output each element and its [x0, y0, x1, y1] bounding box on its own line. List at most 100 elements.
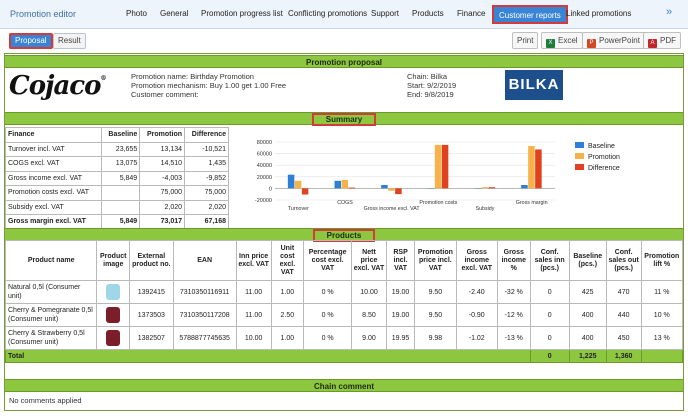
finance-value-cell: 14,510	[139, 156, 186, 172]
product-image-cell	[96, 326, 131, 350]
product-cell: 9.50	[414, 280, 457, 304]
finance-label-cell: Gross income excl. VAT	[4, 170, 103, 186]
finance-header-cell: Baseline	[101, 127, 141, 143]
chart-bar	[287, 174, 295, 189]
product-cell: 0 %	[303, 280, 353, 304]
product-name: Natural 0,5l (Consumer unit)	[4, 280, 98, 304]
tab-general[interactable]: General	[160, 9, 188, 18]
collapse-chevron-icon[interactable]: »	[666, 6, 672, 18]
product-cell: 1382507	[129, 326, 174, 350]
product-column-header: External product no.	[129, 240, 174, 281]
finance-value-cell: 5,849	[101, 214, 141, 230]
chart-bar	[388, 188, 395, 191]
tab-products[interactable]: Products	[412, 9, 444, 18]
x-tick-label: Subsidy	[476, 206, 495, 212]
product-cell: 10.00	[351, 280, 387, 304]
tab-support[interactable]: Support	[371, 9, 399, 18]
product-image-cell	[96, 280, 131, 304]
product-column-header: Conf. sales out (pcs.)	[605, 240, 642, 281]
product-row: Natural 0,5l (Consumer unit) 1392415 73103…	[4, 280, 684, 304]
result-button[interactable]: Result	[53, 33, 86, 49]
tab-conflicting-promotions[interactable]: Conflicting promotions	[288, 9, 367, 18]
product-cell: 19.00	[385, 303, 416, 327]
tab-promotion-progress-list[interactable]: Promotion progress list	[201, 9, 283, 18]
proposal-button[interactable]: Proposal	[9, 33, 53, 49]
chain-name: Chain: Bilka	[407, 72, 448, 81]
excel-label: Excel	[558, 36, 578, 45]
chart-bar	[434, 144, 442, 189]
product-column-header: Product name	[4, 240, 98, 281]
chain-comment-bar: Chain comment	[5, 379, 683, 392]
finance-value-cell: -10,521	[184, 141, 229, 157]
pdf-button[interactable]: A PDF	[643, 32, 681, 49]
product-cell: 470	[605, 280, 642, 304]
total-lift	[640, 349, 684, 363]
finance-header-row: Finance Baseline Promotion Difference	[4, 127, 229, 143]
chart-bar	[348, 187, 355, 189]
tab-photo[interactable]: Photo	[126, 9, 147, 18]
product-name: Cherry & Pomegranate 0,5l (Consumer unit…	[4, 303, 98, 327]
product-cell: 2.50	[270, 303, 305, 327]
chart-bar	[521, 185, 528, 189]
product-cell: 11.00	[235, 303, 272, 327]
product-cell: 11.00	[235, 280, 272, 304]
tab-finance[interactable]: Finance	[457, 9, 485, 18]
customer-comment: Customer comment:	[131, 90, 199, 99]
product-cell: 11 %	[640, 280, 684, 304]
pdf-icon: A	[648, 39, 657, 48]
y-tick-label: 0	[269, 186, 272, 192]
pdf-label: PDF	[660, 36, 676, 45]
y-tick-label: 20000	[257, 175, 272, 181]
y-tick-label: -20000	[255, 198, 272, 204]
product-cell: 0 %	[303, 303, 353, 327]
finance-value-cell: 75,000	[139, 185, 186, 201]
excel-button[interactable]: X Excel	[541, 32, 583, 49]
finance-value-cell: 2,020	[139, 199, 186, 215]
chain-logo: BILKA	[505, 70, 563, 100]
chart-bar	[334, 180, 341, 189]
start-date: Start: 9/2/2019	[407, 81, 457, 90]
chart-bar	[341, 179, 348, 189]
product-cell: 400	[568, 326, 607, 350]
report-container: Promotion proposal Cojaco® Promotion nam…	[4, 53, 684, 411]
product-column-header: Nett price excl. VAT	[351, 240, 387, 281]
finance-value-cell: 1,435	[184, 156, 229, 172]
promotion-name: Promotion name: Birthday Promotion	[131, 72, 254, 81]
product-cell: 1392415	[129, 280, 174, 304]
finance-header-cell: Promotion	[139, 127, 186, 143]
excel-icon: X	[546, 39, 555, 48]
product-column-header: Promotion price incl. VAT	[414, 240, 457, 281]
product-cell: 9.98	[414, 326, 457, 350]
tab-linked-promotions[interactable]: Linked promotions	[566, 9, 631, 18]
chart-bar	[381, 185, 388, 189]
finance-value-cell	[101, 199, 141, 215]
top-bar: Promotion editor Photo General Promotion…	[0, 0, 688, 29]
product-cell: 0	[529, 326, 570, 350]
product-image	[106, 307, 121, 323]
summary-bar-chart: 80000 60000 40000 20000 0 -20000 Turnover COGS G…	[255, 140, 555, 212]
chart-bar	[441, 144, 449, 189]
chart-bar	[488, 187, 495, 189]
product-cell: 9.00	[351, 326, 387, 350]
product-image	[106, 284, 121, 300]
chart-bar	[294, 180, 302, 189]
product-cell: 1.00	[270, 326, 305, 350]
product-cell: 13 %	[640, 326, 684, 350]
x-tick-label: Turnover	[288, 206, 309, 212]
product-column-header: Gross income excl. VAT	[455, 240, 498, 281]
chart-bar	[301, 188, 309, 195]
powerpoint-button[interactable]: P PowerPoint	[582, 32, 645, 49]
product-cell: -13 %	[496, 326, 531, 350]
product-column-header: Promotion lift %	[640, 240, 684, 281]
finance-value-cell: 73,017	[139, 214, 186, 230]
finance-value-cell: 5,849	[101, 170, 141, 186]
print-button[interactable]: Print	[512, 32, 539, 49]
finance-value-cell: -4,003	[139, 170, 186, 186]
product-cell: 0	[529, 303, 570, 327]
promotion-mechanism: Promotion mechanism: Buy 1.00 get 1.00 F…	[131, 81, 287, 90]
product-cell: 19.95	[385, 326, 416, 350]
product-column-header: Conf. sales inn (pcs.)	[529, 240, 570, 281]
finance-value-cell: 67,168	[184, 214, 229, 230]
chain-comment-text: No comments applied	[9, 396, 82, 405]
tab-customer-reports[interactable]: Customer reports	[492, 5, 568, 24]
